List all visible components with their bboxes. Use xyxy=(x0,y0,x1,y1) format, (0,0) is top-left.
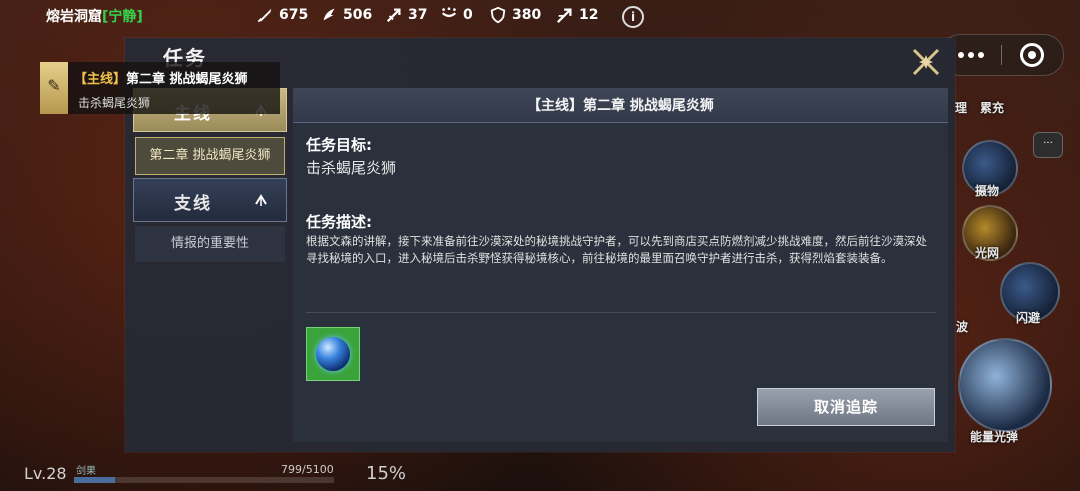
tab-side-quest[interactable]: 支线 xyxy=(133,178,287,222)
xp-text: 799/5100 xyxy=(281,463,334,476)
tracked-quest-card[interactable]: ✎ 【主线】第二章 挑战蝎尾炎狮 击杀蝎尾炎狮 xyxy=(40,62,280,114)
partial-label-a: 理 xyxy=(955,101,968,115)
close-mini-program-button[interactable] xyxy=(1002,35,1062,75)
goal-text: 击杀蝎尾炎狮 xyxy=(306,159,397,177)
tracked-quest-name: 第二章 挑战蝎尾炎狮 xyxy=(126,72,248,87)
location-label: 熔岩洞窟[宁静] xyxy=(46,6,143,26)
skill-energy-ball-button[interactable] xyxy=(958,338,1052,432)
untrack-button[interactable]: 取消追踪 xyxy=(757,388,935,426)
stat-attack: 675 xyxy=(256,6,308,24)
divider xyxy=(306,312,936,313)
speed-icon xyxy=(557,8,572,23)
partial-label-b: 波 xyxy=(956,320,969,334)
skill-dodge-label: 闪避 xyxy=(1016,311,1041,325)
quest-list-item-chapter-2[interactable]: 第二章 挑战蝎尾炎狮 xyxy=(135,137,285,175)
player-level: Lv.28 xyxy=(24,464,67,483)
stat-dodge: 0 xyxy=(440,6,473,24)
xp-title: 剑果 xyxy=(76,466,96,477)
stat-speed: 12 xyxy=(556,6,598,24)
quest-list-item-intel[interactable]: 情报的重要性 xyxy=(135,226,285,262)
shield-icon xyxy=(490,6,506,24)
close-icon xyxy=(912,48,940,76)
stat-defense: 506 xyxy=(320,6,372,24)
tracked-quest-flag: ✎ xyxy=(40,62,68,114)
partial-label-recharge: 累充 xyxy=(980,101,1005,115)
chevron-up-icon xyxy=(255,194,267,206)
chat-button[interactable]: ··· xyxy=(1033,132,1063,158)
reward-item[interactable] xyxy=(306,327,360,381)
crit-icon xyxy=(386,8,401,23)
stat-crit: 37 xyxy=(385,6,427,24)
tracked-quest-objective: 击杀蝎尾炎狮 xyxy=(78,96,151,110)
description-heading: 任务描述: xyxy=(306,213,372,231)
defense-icon xyxy=(323,8,335,21)
location-name: 熔岩洞窟 xyxy=(46,9,102,25)
dot-icon xyxy=(958,52,964,58)
tab-side-quest-label: 支线 xyxy=(174,194,212,214)
skill-grab-label: 摄物 xyxy=(975,184,1000,198)
tracked-quest-tag: 【主线】 xyxy=(74,72,127,87)
dodge-icon xyxy=(441,7,457,18)
dot-icon xyxy=(968,52,974,58)
blue-orb-icon xyxy=(316,337,350,371)
mini-program-capsule xyxy=(940,34,1064,76)
stat-shield: 380 xyxy=(489,6,541,24)
goal-heading: 任务目标: xyxy=(306,136,372,154)
info-button[interactable]: i xyxy=(622,6,644,28)
record-icon xyxy=(1020,43,1044,67)
location-status: [宁静] xyxy=(102,9,143,25)
xp-bar xyxy=(74,477,334,483)
tracked-quest-title: 【主线】第二章 挑战蝎尾炎狮 xyxy=(74,68,248,87)
flag-icon: ✎ xyxy=(47,76,61,95)
attack-icon xyxy=(257,8,272,23)
skill-energy-ball-label: 能量光弹 xyxy=(970,430,1019,444)
dot-icon xyxy=(978,52,984,58)
quest-detail-title: 【主线】第二章 挑战蝎尾炎狮 xyxy=(527,98,714,114)
top-hud: 熔岩洞窟[宁静] 675 506 37 0 380 12 i xyxy=(0,0,1080,34)
xp-bar-fill xyxy=(74,477,115,483)
close-button[interactable] xyxy=(910,46,942,78)
skill-lightnet-label: 光网 xyxy=(975,246,1000,260)
description-text: 根据文森的讲解，接下来准备前往沙漠深处的秘境挑战守护者，可以先到商店买点防燃剂减… xyxy=(306,234,927,265)
progress-percent: 15% xyxy=(366,463,407,484)
